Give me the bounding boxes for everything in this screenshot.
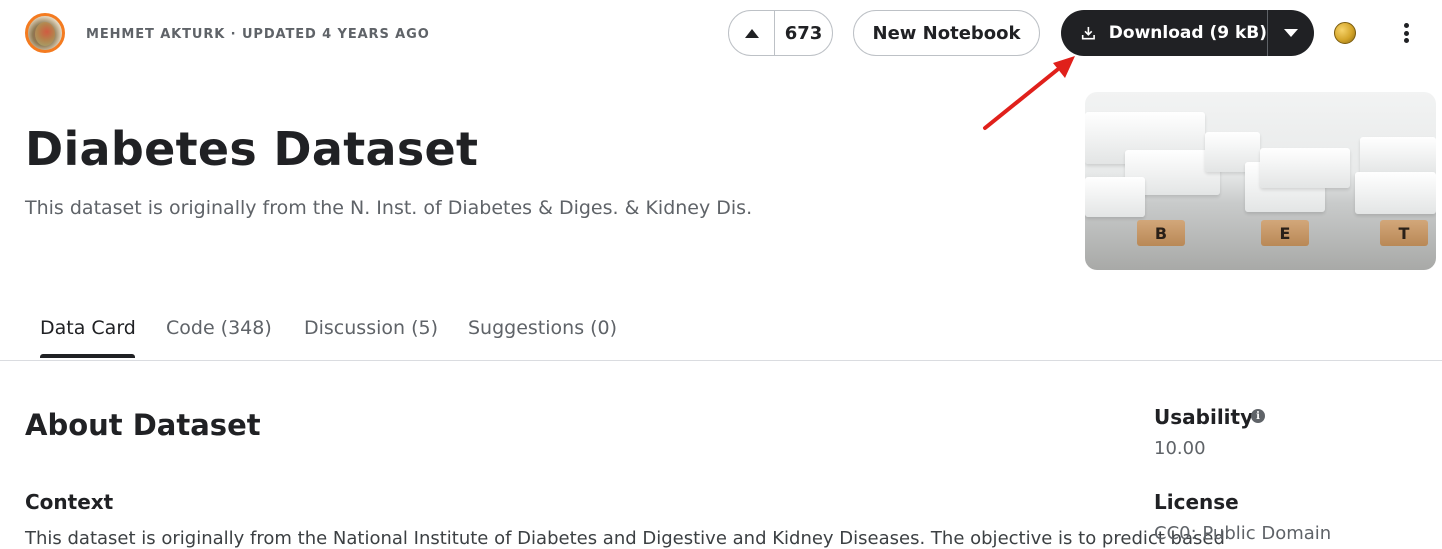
medal-icon xyxy=(1334,22,1356,44)
dataset-cover-image: B E T xyxy=(1085,92,1436,270)
usability-heading: Usability xyxy=(1154,405,1254,429)
upvote-button[interactable] xyxy=(729,11,775,55)
author-byline: MEHMET AKTURK · UPDATED 4 YEARS AGO xyxy=(86,27,430,42)
tab-code[interactable]: Code (348) xyxy=(166,317,272,339)
more-vertical-icon xyxy=(1403,23,1409,28)
usability-value: 10.00 xyxy=(1154,438,1206,459)
more-options-button[interactable] xyxy=(1396,20,1416,46)
dataset-tabs: Data Card Code (348) Discussion (5) Sugg… xyxy=(0,300,1442,361)
image-tile-1: B xyxy=(1137,220,1185,246)
caret-up-icon xyxy=(744,28,759,38)
vote-count: 673 xyxy=(784,22,823,44)
download-icon xyxy=(1081,26,1095,40)
dataset-subtitle: This dataset is originally from the N. I… xyxy=(25,197,753,219)
upvote-control: 673 xyxy=(728,10,833,56)
image-tile-3: T xyxy=(1380,220,1428,246)
download-button[interactable]: Download (9 kB) xyxy=(1061,10,1268,56)
tab-discussion[interactable]: Discussion (5) xyxy=(304,317,438,339)
image-tile-2: E xyxy=(1261,220,1309,246)
license-heading: License xyxy=(1154,490,1239,514)
download-button-group: Download (9 kB) xyxy=(1061,10,1314,56)
caret-down-icon xyxy=(1284,29,1298,37)
license-value[interactable]: CC0: Public Domain xyxy=(1154,523,1331,544)
download-dropdown-button[interactable] xyxy=(1268,10,1314,56)
annotation-arrow xyxy=(983,56,1075,130)
tab-data-card[interactable]: Data Card xyxy=(40,317,136,339)
context-text: This dataset is originally from the Nati… xyxy=(25,528,1225,549)
download-label: Download (9 kB) xyxy=(1108,23,1267,43)
author-avatar[interactable] xyxy=(25,13,65,53)
context-heading: Context xyxy=(25,490,114,514)
info-icon[interactable]: i xyxy=(1251,409,1265,423)
dataset-title: Diabetes Dataset xyxy=(25,122,479,176)
active-tab-indicator xyxy=(40,354,135,358)
about-dataset-heading: About Dataset xyxy=(25,408,261,442)
tab-suggestions[interactable]: Suggestions (0) xyxy=(468,317,617,339)
